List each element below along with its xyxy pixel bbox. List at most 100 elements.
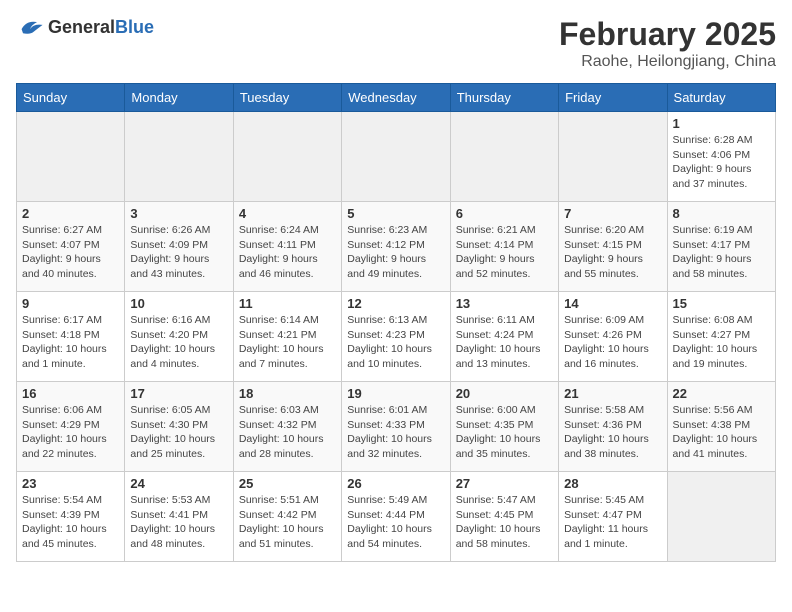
calendar-cell (667, 472, 775, 562)
day-number: 5 (347, 206, 444, 221)
day-number: 25 (239, 476, 336, 491)
day-number: 9 (22, 296, 119, 311)
calendar-cell: 20Sunrise: 6:00 AM Sunset: 4:35 PM Dayli… (450, 382, 558, 472)
day-number: 28 (564, 476, 661, 491)
page-header: General Blue February 2025 Raohe, Heilon… (16, 16, 776, 71)
calendar-header-row: SundayMondayTuesdayWednesdayThursdayFrid… (17, 84, 776, 112)
day-number: 24 (130, 476, 227, 491)
calendar-cell: 13 Sunrise: 6:11 AM Sunset: 4:24 PM Dayli… (450, 292, 558, 382)
logo-bird-icon (16, 16, 44, 38)
day-info: Sunrise: 6:01 AM Sunset: 4:33 PM Dayligh… (347, 403, 444, 462)
day-info: Sunrise: 6:28 AM Sunset: 4:06 PM Dayligh… (673, 133, 770, 192)
calendar-cell: 3 Sunrise: 6:26 AM Sunset: 4:09 PM Daylig… (125, 202, 233, 292)
title-area: February 2025 Raohe, Heilongjiang, China (559, 16, 776, 71)
day-number: 8 (673, 206, 770, 221)
day-number: 17 (130, 386, 227, 401)
logo-text-blue: Blue (115, 17, 154, 38)
calendar-cell: 15 Sunrise: 6:08 AM Sunset: 4:27 PM Dayli… (667, 292, 775, 382)
day-info: Sunrise: 6:20 AM Sunset: 4:15 PM Dayligh… (564, 223, 661, 282)
day-info: Sunrise: 6:16 AM Sunset: 4:20 PM Dayligh… (130, 313, 227, 372)
calendar-week-1: 1 Sunrise: 6:28 AM Sunset: 4:06 PM Daylig… (17, 112, 776, 202)
day-number: 1 (673, 116, 770, 131)
day-info: Sunrise: 6:13 AM Sunset: 4:23 PM Dayligh… (347, 313, 444, 372)
day-number: 21 (564, 386, 661, 401)
calendar-subtitle: Raohe, Heilongjiang, China (559, 53, 776, 71)
day-info: Sunrise: 6:24 AM Sunset: 4:11 PM Dayligh… (239, 223, 336, 282)
calendar-cell: 1 Sunrise: 6:28 AM Sunset: 4:06 PM Daylig… (667, 112, 775, 202)
calendar-cell: 21 Sunrise: 5:58 AM Sunset: 4:36 PM Dayli… (559, 382, 667, 472)
day-info: Sunrise: 6:05 AM Sunset: 4:30 PM Dayligh… (130, 403, 227, 462)
day-info: Sunrise: 5:53 AM Sunset: 4:41 PM Dayligh… (130, 493, 227, 552)
calendar-cell: 19 Sunrise: 6:01 AM Sunset: 4:33 PM Dayli… (342, 382, 450, 472)
day-info: Sunrise: 6:26 AM Sunset: 4:09 PM Dayligh… (130, 223, 227, 282)
day-number: 2 (22, 206, 119, 221)
day-number: 11 (239, 296, 336, 311)
calendar-cell: 24 Sunrise: 5:53 AM Sunset: 4:41 PM Dayli… (125, 472, 233, 562)
day-info: Sunrise: 6:21 AM Sunset: 4:14 PM Dayligh… (456, 223, 553, 282)
weekday-header-saturday: Saturday (667, 84, 775, 112)
calendar-title: February 2025 (559, 16, 776, 53)
day-info: Sunrise: 6:14 AM Sunset: 4:21 PM Dayligh… (239, 313, 336, 372)
logo-text-general: General (48, 17, 115, 38)
calendar-cell (342, 112, 450, 202)
weekday-header-friday: Friday (559, 84, 667, 112)
calendar-week-2: 2 Sunrise: 6:27 AM Sunset: 4:07 PM Daylig… (17, 202, 776, 292)
day-number: 26 (347, 476, 444, 491)
day-info: Sunrise: 5:56 AM Sunset: 4:38 PM Dayligh… (673, 403, 770, 462)
day-info: Sunrise: 5:45 AM Sunset: 4:47 PM Dayligh… (564, 493, 661, 552)
day-number: 16 (22, 386, 119, 401)
calendar-cell: 28 Sunrise: 5:45 AM Sunset: 4:47 PM Dayli… (559, 472, 667, 562)
day-info: Sunrise: 6:17 AM Sunset: 4:18 PM Dayligh… (22, 313, 119, 372)
day-number: 18 (239, 386, 336, 401)
calendar-cell: 17 Sunrise: 6:05 AM Sunset: 4:30 PM Dayli… (125, 382, 233, 472)
calendar-cell: 25 Sunrise: 5:51 AM Sunset: 4:42 PM Dayli… (233, 472, 341, 562)
calendar-cell: 11 Sunrise: 6:14 AM Sunset: 4:21 PM Dayli… (233, 292, 341, 382)
calendar-cell: 16 Sunrise: 6:06 AM Sunset: 4:29 PM Dayli… (17, 382, 125, 472)
weekday-header-thursday: Thursday (450, 84, 558, 112)
day-info: Sunrise: 6:08 AM Sunset: 4:27 PM Dayligh… (673, 313, 770, 372)
calendar-cell: 27 Sunrise: 5:47 AM Sunset: 4:45 PM Dayli… (450, 472, 558, 562)
calendar-cell: 10 Sunrise: 6:16 AM Sunset: 4:20 PM Dayli… (125, 292, 233, 382)
calendar-cell (450, 112, 558, 202)
day-number: 19 (347, 386, 444, 401)
day-number: 7 (564, 206, 661, 221)
day-number: 15 (673, 296, 770, 311)
weekday-header-tuesday: Tuesday (233, 84, 341, 112)
calendar-week-5: 23 Sunrise: 5:54 AM Sunset: 4:39 PM Dayli… (17, 472, 776, 562)
day-info: Sunrise: 6:27 AM Sunset: 4:07 PM Dayligh… (22, 223, 119, 282)
calendar-cell: 7 Sunrise: 6:20 AM Sunset: 4:15 PM Daylig… (559, 202, 667, 292)
calendar-cell: 6 Sunrise: 6:21 AM Sunset: 4:14 PM Daylig… (450, 202, 558, 292)
day-number: 13 (456, 296, 553, 311)
calendar-cell: 26Sunrise: 5:49 AM Sunset: 4:44 PM Dayli… (342, 472, 450, 562)
logo: General Blue (16, 16, 154, 38)
day-number: 6 (456, 206, 553, 221)
calendar-cell: 18 Sunrise: 6:03 AM Sunset: 4:32 PM Dayli… (233, 382, 341, 472)
day-number: 22 (673, 386, 770, 401)
day-number: 27 (456, 476, 553, 491)
day-info: Sunrise: 5:54 AM Sunset: 4:39 PM Dayligh… (22, 493, 119, 552)
day-info: Sunrise: 6:11 AM Sunset: 4:24 PM Dayligh… (456, 313, 553, 372)
calendar-cell (559, 112, 667, 202)
day-number: 23 (22, 476, 119, 491)
calendar-cell: 12 Sunrise: 6:13 AM Sunset: 4:23 PM Dayli… (342, 292, 450, 382)
day-number: 3 (130, 206, 227, 221)
day-number: 12 (347, 296, 444, 311)
weekday-header-wednesday: Wednesday (342, 84, 450, 112)
day-info: Sunrise: 6:06 AM Sunset: 4:29 PM Dayligh… (22, 403, 119, 462)
calendar-cell: 2 Sunrise: 6:27 AM Sunset: 4:07 PM Daylig… (17, 202, 125, 292)
day-info: Sunrise: 5:51 AM Sunset: 4:42 PM Dayligh… (239, 493, 336, 552)
day-info: Sunrise: 6:19 AM Sunset: 4:17 PM Dayligh… (673, 223, 770, 282)
day-info: Sunrise: 5:58 AM Sunset: 4:36 PM Dayligh… (564, 403, 661, 462)
calendar-cell: 23 Sunrise: 5:54 AM Sunset: 4:39 PM Dayli… (17, 472, 125, 562)
day-info: Sunrise: 6:23 AM Sunset: 4:12 PM Dayligh… (347, 223, 444, 282)
calendar-cell: 5 Sunrise: 6:23 AM Sunset: 4:12 PM Daylig… (342, 202, 450, 292)
calendar-cell: 9 Sunrise: 6:17 AM Sunset: 4:18 PM Daylig… (17, 292, 125, 382)
day-info: Sunrise: 5:47 AM Sunset: 4:45 PM Dayligh… (456, 493, 553, 552)
day-number: 10 (130, 296, 227, 311)
calendar-cell: 4Sunrise: 6:24 AM Sunset: 4:11 PM Daylig… (233, 202, 341, 292)
calendar-cell (233, 112, 341, 202)
calendar-cell (17, 112, 125, 202)
day-info: Sunrise: 6:09 AM Sunset: 4:26 PM Dayligh… (564, 313, 661, 372)
day-info: Sunrise: 6:03 AM Sunset: 4:32 PM Dayligh… (239, 403, 336, 462)
calendar-cell: 14Sunrise: 6:09 AM Sunset: 4:26 PM Dayli… (559, 292, 667, 382)
